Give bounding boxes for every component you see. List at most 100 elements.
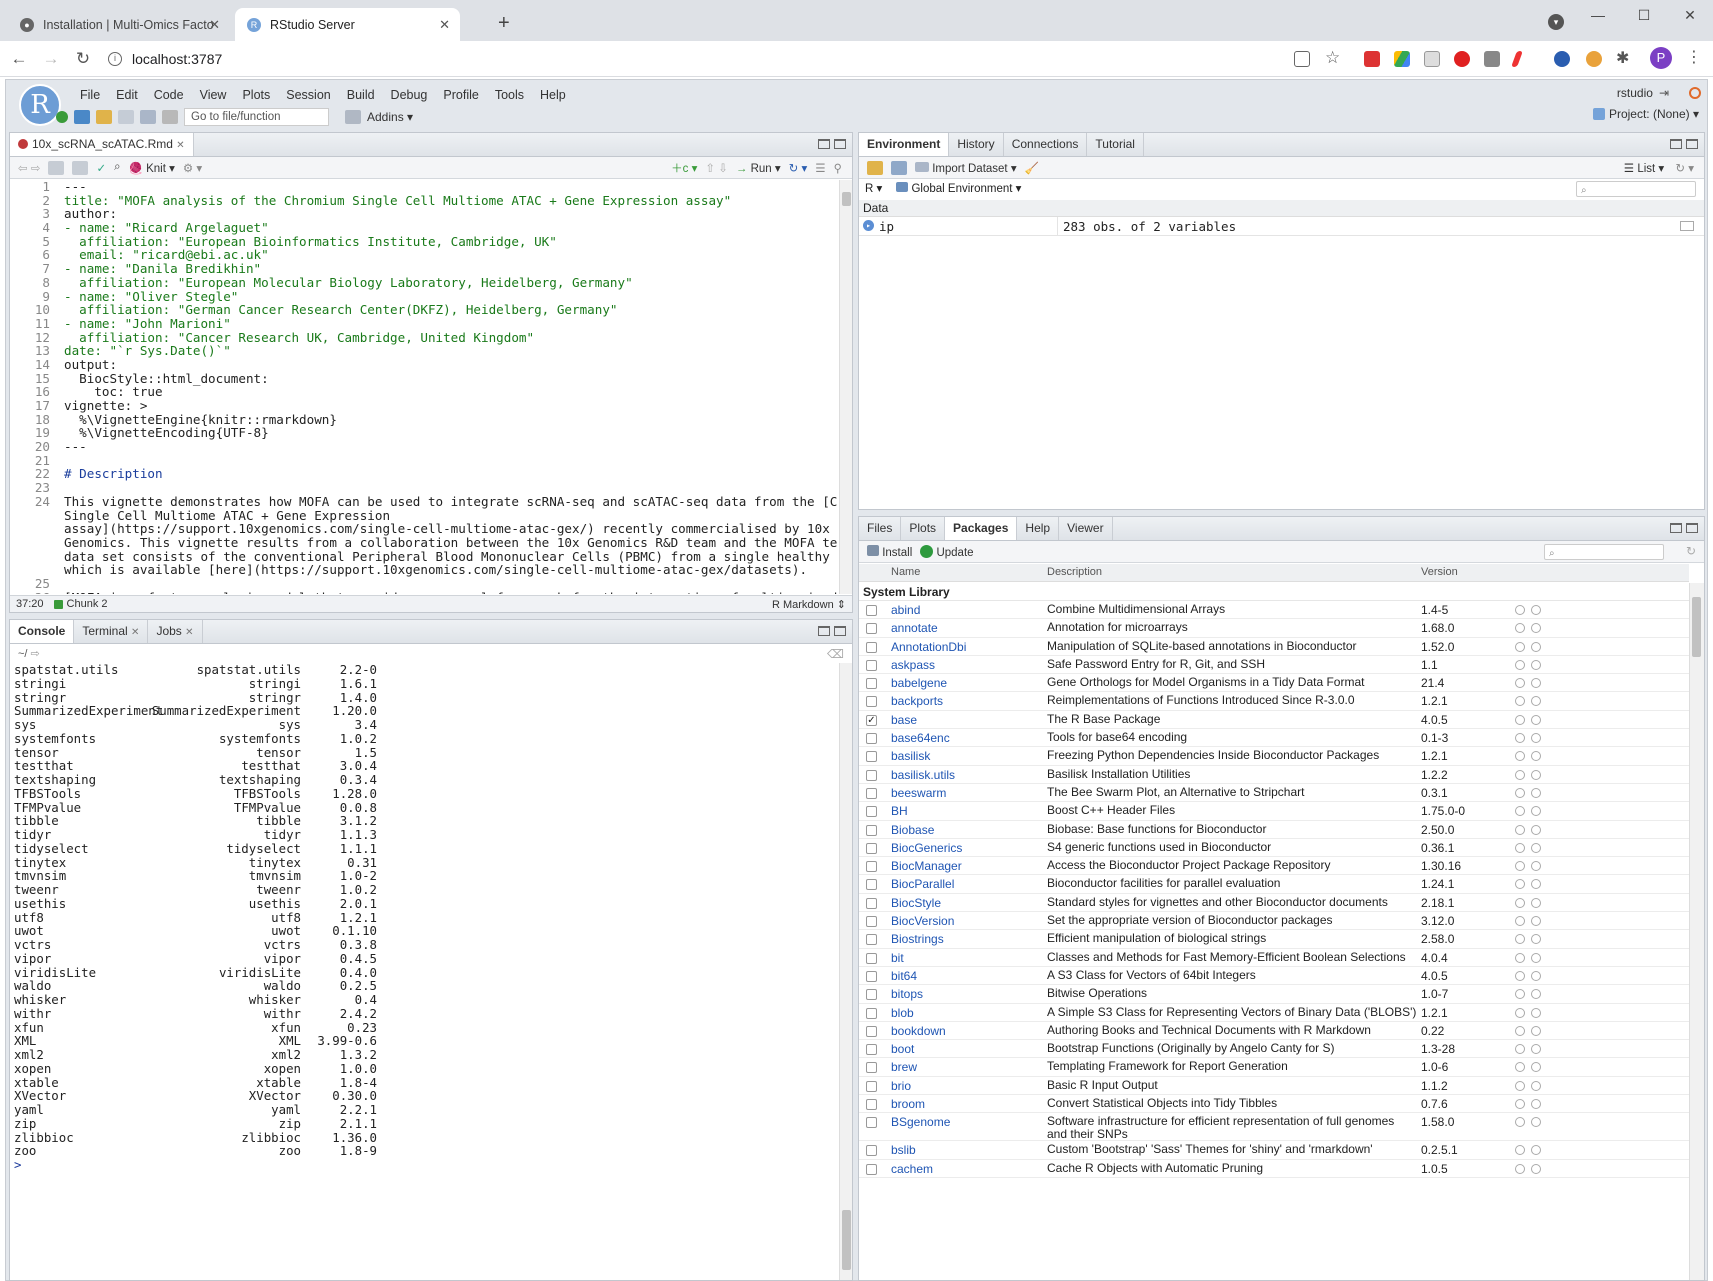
editor-line[interactable]: 20 --- — [10, 440, 838, 454]
load-workspace-icon[interactable] — [867, 160, 883, 175]
browse-icon[interactable] — [1515, 733, 1525, 744]
package-checkbox[interactable] — [866, 641, 877, 653]
menu-plots[interactable]: Plots — [234, 88, 278, 102]
file-type-selector[interactable]: R Markdown ⇕ — [772, 598, 846, 611]
editor-line[interactable]: data set consists of the conventional Pe… — [10, 549, 838, 564]
browse-icon[interactable] — [1515, 1117, 1525, 1128]
package-checkbox[interactable] — [866, 916, 877, 928]
browse-icon[interactable] — [1515, 1099, 1525, 1110]
package-checkbox[interactable] — [866, 989, 877, 1001]
pane-controls[interactable] — [818, 626, 846, 636]
col-name[interactable]: Name — [891, 566, 920, 578]
tab-packages[interactable]: Packages — [945, 517, 1018, 540]
editor-line[interactable]: 8 affiliation: "European Molecular Biolo… — [10, 276, 838, 290]
package-checkbox[interactable] — [866, 623, 877, 635]
remove-icon[interactable] — [1531, 751, 1541, 762]
show-in-window-icon[interactable] — [48, 160, 65, 175]
editor-line[interactable]: 18 %\VignetteEngine{knitr::rmarkdown} — [10, 412, 838, 427]
insert-chunk-icon[interactable]: ＋c ▾ — [671, 160, 697, 176]
publish-icon[interactable]: ⚲ — [834, 161, 842, 175]
browse-icon[interactable] — [1515, 989, 1525, 1000]
remove-icon[interactable] — [1531, 696, 1541, 707]
package-name-link[interactable]: BiocStyle — [891, 896, 941, 910]
editor-code-area[interactable]: 1 --- 2 title: "MOFA analysis of the Chromi… — [10, 180, 838, 594]
package-name-link[interactable]: cachem — [891, 1162, 933, 1176]
tab-rmd-file[interactable]: 10x_scRNA_scATAC.Rmd ✕ — [10, 133, 194, 156]
pane-controls[interactable] — [1670, 139, 1698, 149]
view-mode-menu[interactable]: ☰ List ▾ ↻ ▾ — [1624, 161, 1694, 175]
package-checkbox[interactable] — [866, 605, 877, 616]
remove-icon[interactable] — [1531, 970, 1541, 981]
package-checkbox[interactable] — [866, 970, 877, 982]
editor-line[interactable]: 14 output: — [10, 358, 838, 372]
browse-icon[interactable] — [1515, 916, 1525, 927]
package-name-link[interactable]: backports — [891, 694, 943, 708]
package-name-link[interactable]: base64enc — [891, 731, 950, 745]
package-name-link[interactable]: babelgene — [891, 676, 947, 690]
new-project-icon[interactable] — [74, 110, 90, 124]
rerun-icon[interactable]: ↻ ▾ — [789, 161, 808, 175]
close-icon[interactable]: ✕ — [176, 140, 184, 151]
open-file-icon[interactable] — [96, 110, 112, 124]
menu-file[interactable]: File — [72, 88, 108, 102]
editor-line[interactable]: 26 [MOFA is a factor analysis model that … — [10, 590, 838, 594]
editor-line[interactable]: which is available [here](https://suppor… — [10, 563, 838, 577]
editor-line[interactable]: Single Cell Multiome ATAC + Gene Express… — [10, 508, 838, 523]
remove-icon[interactable] — [1531, 641, 1541, 652]
tab-console[interactable]: Console — [10, 620, 75, 643]
remove-icon[interactable] — [1531, 714, 1541, 725]
chrome-menu-icon[interactable]: ⋮ — [1686, 47, 1702, 67]
editor-line[interactable]: 21 — [10, 454, 838, 468]
grid-layout-icon[interactable] — [345, 110, 361, 124]
remove-icon[interactable] — [1531, 879, 1541, 890]
package-name-link[interactable]: BiocParallel — [891, 877, 954, 891]
tab-connections[interactable]: Connections — [1004, 133, 1088, 156]
browse-icon[interactable] — [1515, 842, 1525, 853]
package-name-link[interactable]: Biobase — [891, 823, 934, 837]
menu-profile[interactable]: Profile — [435, 88, 486, 102]
col-version[interactable]: Version — [1421, 566, 1458, 578]
browse-icon[interactable] — [1515, 678, 1525, 689]
browse-icon[interactable] — [1515, 714, 1525, 725]
menu-debug[interactable]: Debug — [383, 88, 436, 102]
package-name-link[interactable]: BH — [891, 804, 908, 818]
remove-icon[interactable] — [1531, 934, 1541, 945]
remove-icon[interactable] — [1531, 678, 1541, 689]
clear-console-icon[interactable]: ⌫ — [827, 647, 844, 661]
tab-plots[interactable]: Plots — [901, 517, 946, 540]
browse-icon[interactable] — [1515, 806, 1525, 817]
outline-icon[interactable]: ☰ — [815, 161, 825, 175]
editor-line[interactable]: 7 - name: "Danila Bredikhin" — [10, 262, 838, 276]
editor-line[interactable]: 25 — [10, 577, 838, 591]
editor-line[interactable]: 1 --- — [10, 180, 838, 194]
pane-controls[interactable] — [818, 139, 846, 149]
editor-line[interactable]: Genomics. This vignette results from a c… — [10, 536, 838, 550]
editor-line[interactable]: 9 - name: "Oliver Stegle" — [10, 289, 838, 304]
package-checkbox[interactable] — [866, 842, 877, 854]
sign-out-icon[interactable]: ⇥ — [1659, 86, 1669, 100]
close-icon[interactable]: ✕ — [185, 627, 193, 638]
close-window-icon[interactable]: ✕ — [1667, 0, 1713, 30]
save-icon[interactable] — [72, 160, 89, 175]
package-name-link[interactable]: base — [891, 713, 917, 727]
package-checkbox[interactable] — [866, 1080, 877, 1092]
package-checkbox[interactable] — [866, 678, 877, 690]
browse-icon[interactable] — [1515, 1080, 1525, 1091]
package-checkbox[interactable] — [866, 696, 877, 708]
package-checkbox[interactable] — [866, 1007, 877, 1019]
go-to-file-input[interactable]: Go to file/function — [184, 108, 329, 126]
editor-line[interactable]: 19 %\VignetteEncoding{UTF-8} — [10, 426, 838, 440]
package-name-link[interactable]: abind — [891, 603, 920, 617]
browse-icon[interactable] — [1515, 1044, 1525, 1055]
package-name-link[interactable]: Biostrings — [891, 932, 944, 946]
package-checkbox[interactable] — [866, 1145, 877, 1157]
remove-icon[interactable] — [1531, 989, 1541, 1000]
remove-icon[interactable] — [1531, 1080, 1541, 1091]
package-checkbox[interactable] — [866, 659, 877, 671]
remove-icon[interactable] — [1531, 659, 1541, 670]
scope-selector[interactable]: Global Environment ▾ — [896, 181, 1021, 195]
browse-icon[interactable] — [1515, 1163, 1525, 1174]
save-workspace-icon[interactable] — [891, 160, 907, 175]
remove-icon[interactable] — [1531, 1117, 1541, 1128]
package-checkbox[interactable] — [866, 897, 877, 909]
